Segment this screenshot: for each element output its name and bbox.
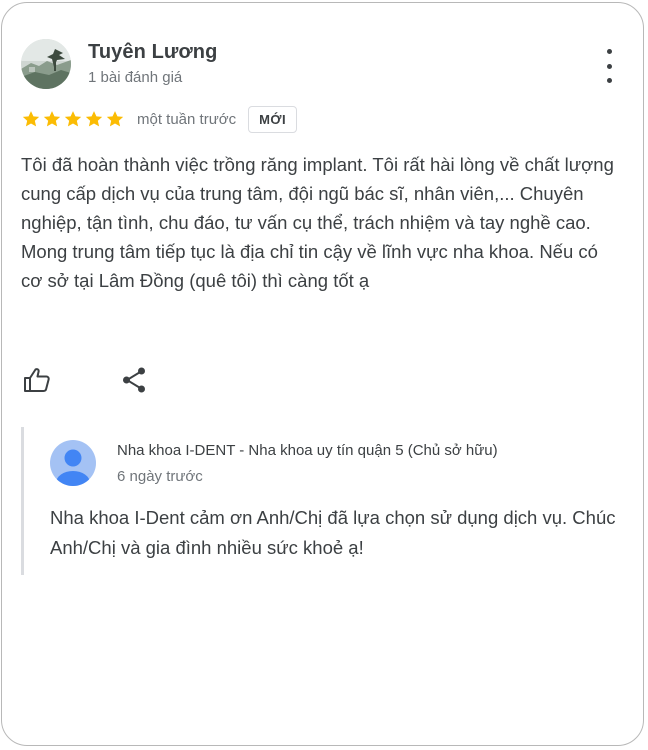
star-icon xyxy=(85,111,103,127)
share-icon[interactable] xyxy=(120,365,150,395)
star-icon xyxy=(64,111,82,127)
new-badge: MỚI xyxy=(248,105,298,133)
owner-avatar[interactable] xyxy=(50,440,96,486)
more-vert-icon[interactable] xyxy=(596,49,622,83)
review-card: Tuyên Lương 1 bài đánh giá một tuần trướ… xyxy=(1,2,644,746)
rating-row: một tuần trước MỚI xyxy=(21,104,298,134)
reviewer-name[interactable]: Tuyên Lương xyxy=(88,41,217,64)
thumb-up-icon[interactable] xyxy=(22,365,52,395)
star-icon xyxy=(22,111,40,127)
owner-reply: Nha khoa I-DENT - Nha khoa uy tín quận 5… xyxy=(21,427,624,575)
star-icon xyxy=(106,111,124,127)
owner-name: Nha khoa I-DENT - Nha khoa uy tín quận 5… xyxy=(117,442,498,459)
review-text: Tôi đã hoàn thành việc trồng răng implan… xyxy=(21,154,614,291)
owner-reply-time: 6 ngày trước xyxy=(117,468,203,485)
star-rating xyxy=(21,109,125,129)
owner-reply-text: Nha khoa I-Dent cảm ơn Anh/Chị đã lựa ch… xyxy=(50,507,616,558)
star-icon xyxy=(43,111,61,127)
reviewer-review-count: 1 bài đánh giá xyxy=(88,69,183,86)
reviewer-avatar[interactable] xyxy=(21,39,71,89)
review-time: một tuần trước xyxy=(137,110,237,128)
